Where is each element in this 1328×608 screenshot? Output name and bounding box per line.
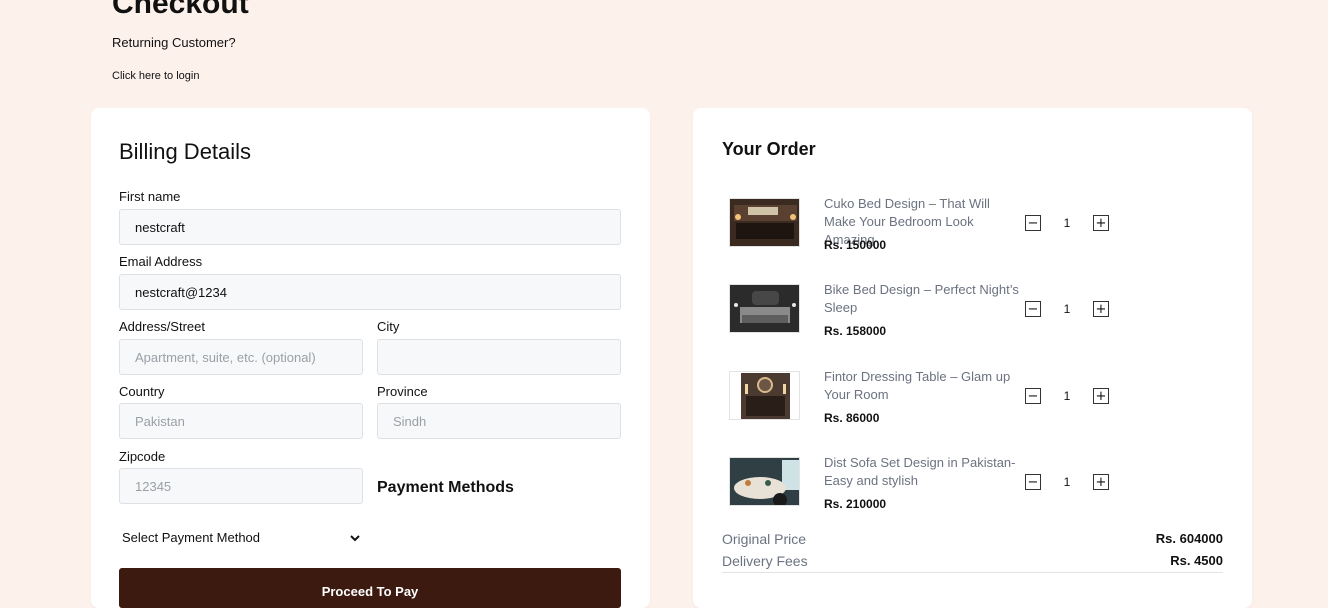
product-thumbnail — [729, 457, 800, 506]
product-thumbnail — [729, 198, 800, 247]
billing-details-title: Billing Details — [119, 139, 252, 164]
item-price: Rs. 158000 — [824, 324, 887, 338]
item-name: Fintor Dressing Table – Glam up Your Roo… — [824, 369, 1011, 402]
item-price: Rs. 86000 — [824, 411, 880, 425]
original-price-row: Original Price Rs. 604000 — [722, 531, 1223, 551]
original-price-value: Rs. 604000 — [1155, 531, 1223, 546]
product-thumbnail — [729, 371, 800, 420]
email-input[interactable] — [119, 274, 621, 310]
decrease-quantity-button[interactable]: − — [1025, 215, 1041, 231]
increase-quantity-button[interactable]: + — [1093, 215, 1109, 231]
payment-methods-title: Payment Methods — [377, 479, 514, 496]
returning-customer-text: Returning Customer? — [112, 35, 236, 50]
increase-quantity-button[interactable]: + — [1093, 474, 1109, 490]
order-item: Bike Bed Design – Perfect Night’s Sleep … — [729, 281, 1129, 351]
decrease-quantity-button[interactable]: − — [1025, 388, 1041, 404]
decrease-quantity-button[interactable]: − — [1025, 474, 1041, 490]
delivery-fees-value: Rs. 4500 — [1170, 553, 1223, 568]
decrease-quantity-button[interactable]: − — [1025, 301, 1041, 317]
order-item: Cuko Bed Design – That Will Make Your Be… — [729, 195, 1129, 265]
payment-method-select-value: Select Payment Method — [122, 530, 261, 545]
country-input[interactable] — [119, 403, 363, 439]
item-price: Rs. 150000 — [824, 238, 887, 252]
chevron-down-icon — [350, 535, 360, 542]
item-price: Rs. 210000 — [824, 497, 887, 511]
delivery-fees-label: Delivery Fees — [722, 553, 808, 569]
quantity-value: 1 — [1063, 475, 1071, 489]
order-item: Dist Sofa Set Design in Pakistan-Easy an… — [729, 454, 1129, 524]
email-label: Email Address — [119, 254, 203, 269]
city-label: City — [377, 319, 400, 334]
page-title: Checkout — [112, 0, 249, 20]
first-name-input[interactable] — [119, 209, 621, 245]
increase-quantity-button[interactable]: + — [1093, 301, 1109, 317]
increase-quantity-button[interactable]: + — [1093, 388, 1109, 404]
province-label: Province — [377, 384, 428, 399]
billing-details-card: Billing Details First name Email Address… — [91, 108, 650, 608]
quantity-value: 1 — [1063, 389, 1071, 403]
zipcode-label: Zipcode — [119, 449, 166, 464]
address-label: Address/Street — [119, 319, 205, 334]
summary-divider — [722, 572, 1223, 573]
address-input[interactable] — [119, 339, 363, 375]
payment-method-select[interactable]: Select Payment Method — [119, 528, 362, 548]
item-name: Bike Bed Design – Perfect Night’s Sleep — [824, 282, 1019, 315]
delivery-fees-row: Delivery Fees Rs. 4500 — [722, 553, 1223, 573]
quantity-value: 1 — [1063, 216, 1071, 230]
your-order-card: Your Order Cuko Bed Design – That Will M… — [693, 108, 1252, 608]
original-price-label: Original Price — [722, 531, 807, 547]
province-input[interactable] — [377, 403, 621, 439]
city-input[interactable] — [377, 339, 621, 375]
country-label: Country — [119, 384, 165, 399]
order-item: Fintor Dressing Table – Glam up Your Roo… — [729, 368, 1129, 438]
proceed-to-pay-button[interactable]: Proceed To Pay — [119, 568, 621, 608]
item-name: Dist Sofa Set Design in Pakistan-Easy an… — [824, 455, 1016, 488]
product-thumbnail — [729, 284, 800, 333]
zipcode-input[interactable] — [119, 468, 363, 504]
first-name-label: First name — [119, 189, 181, 204]
login-link[interactable]: Click here to login — [112, 70, 199, 82]
your-order-title: Your Order — [722, 139, 816, 159]
quantity-value: 1 — [1063, 302, 1071, 316]
